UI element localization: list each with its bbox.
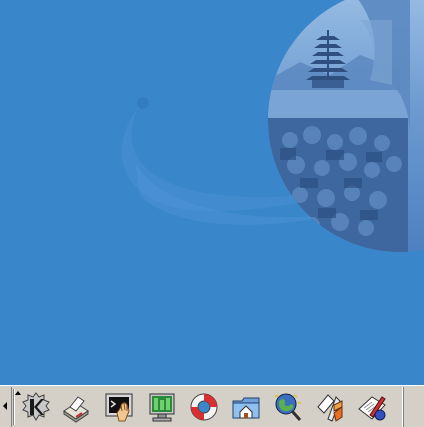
control-center-launcher[interactable] <box>144 389 180 425</box>
konqueror-web-browser-icon <box>274 393 302 421</box>
kmail-launcher[interactable] <box>312 389 348 425</box>
help-lifebuoy-icon <box>190 393 218 421</box>
konsole-launcher[interactable] <box>101 389 137 425</box>
text-editor-launcher[interactable] <box>354 389 390 425</box>
panel-separator <box>13 389 15 425</box>
panel-hide-button-left[interactable] <box>0 387 21 427</box>
home-folder-icon <box>232 397 260 419</box>
web-browser-launcher[interactable] <box>270 389 306 425</box>
kde-menu-button[interactable] <box>18 389 54 425</box>
wallpaper <box>121 0 424 252</box>
arrow-left-icon <box>3 402 7 410</box>
home-folder-launcher[interactable] <box>228 389 264 425</box>
kicker-panel <box>0 385 424 427</box>
kmail-icon <box>317 394 343 422</box>
control-center-icon <box>149 393 175 422</box>
desktop[interactable] <box>0 0 424 385</box>
printer-icon <box>63 396 89 423</box>
text-editor-icon <box>358 396 386 421</box>
help-launcher[interactable] <box>186 389 222 425</box>
printer-launcher[interactable] <box>58 389 94 425</box>
kde-menu-icon <box>22 392 50 421</box>
panel-hide-button-right[interactable] <box>402 387 424 427</box>
konsole-terminal-icon <box>105 393 133 422</box>
